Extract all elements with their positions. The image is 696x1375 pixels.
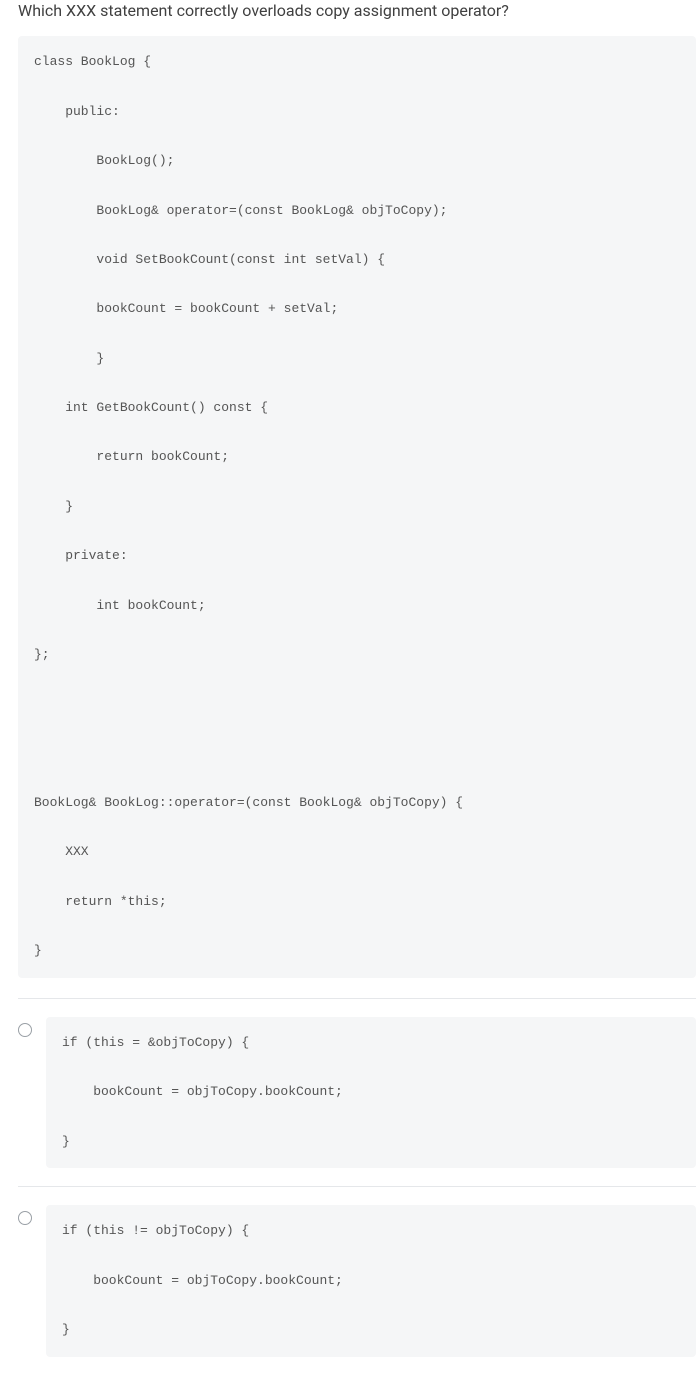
radio-button[interactable]: [18, 1023, 32, 1037]
option-code-wrapper: if (this = &objToCopy) { bookCount = obj…: [46, 1017, 696, 1168]
question-prompt: Which XXX statement correctly overloads …: [0, 0, 696, 36]
option-code-block: if (this != objToCopy) { bookCount = obj…: [46, 1205, 696, 1356]
answer-option[interactable]: if (this != objToCopy) { bookCount = obj…: [0, 1187, 696, 1374]
question-code-block: class BookLog { public: BookLog(); BookL…: [18, 36, 696, 977]
option-code-wrapper: if (this != objToCopy) { bookCount = obj…: [46, 1205, 696, 1356]
radio-button[interactable]: [18, 1211, 32, 1225]
answer-option[interactable]: if (this = &objToCopy) { bookCount = obj…: [0, 999, 696, 1186]
question-code-wrapper: class BookLog { public: BookLog(); BookL…: [0, 36, 696, 977]
option-code-block: if (this = &objToCopy) { bookCount = obj…: [46, 1017, 696, 1168]
